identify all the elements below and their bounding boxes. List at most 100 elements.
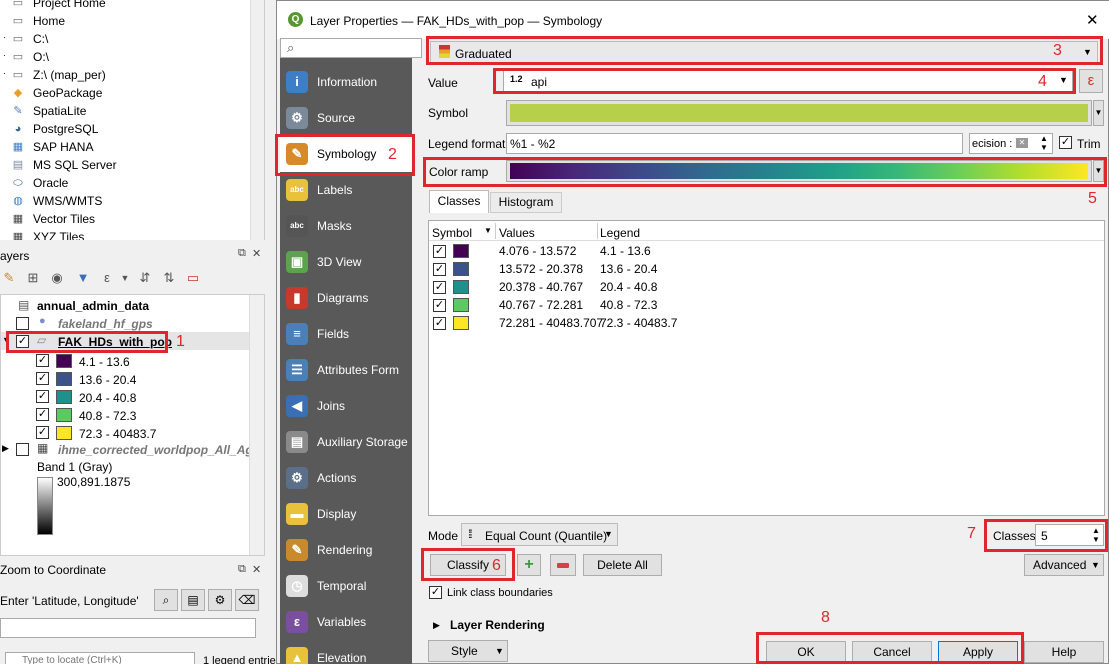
class-legend[interactable]: 13.6 - 20.4 (600, 262, 657, 276)
column-header-symbol[interactable]: Symbol (432, 226, 472, 240)
delete-all-button[interactable]: Delete All (583, 554, 662, 576)
tab-classes[interactable]: Classes (429, 190, 489, 213)
layer-rendering-label[interactable]: Layer Rendering (450, 618, 545, 632)
cancel-button[interactable]: Cancel (852, 641, 932, 663)
class-values[interactable]: 20.378 - 40.767 (499, 280, 583, 294)
float-panel-icon[interactable]: ⧉ (238, 247, 246, 260)
expand-dot-icon[interactable]: · (3, 50, 6, 60)
legend-item[interactable]: ✓ 20.4 - 40.8 (1, 388, 261, 406)
sidebar-item-information[interactable]: i Information (280, 64, 412, 100)
float-panel-icon[interactable]: ⧉ (238, 563, 246, 576)
locate-search-input[interactable] (5, 652, 195, 664)
legend-checkbox[interactable]: ✓ (36, 390, 49, 403)
spin-arrows-icon[interactable]: ▲ ▼ (1092, 526, 1100, 544)
class-visibility-checkbox[interactable]: ✓ (433, 317, 446, 330)
legend-item[interactable]: ✓ 72.3 - 40483.7 (1, 424, 261, 442)
mode-combo[interactable]: ⁞⁞ Equal Count (Quantile) ▼ (461, 523, 618, 546)
layer-visibility-checkbox[interactable] (16, 317, 29, 330)
column-header-legend[interactable]: Legend (600, 226, 640, 240)
legend-checkbox[interactable]: ✓ (36, 354, 49, 367)
remove-layer-icon[interactable]: ▭ (184, 269, 202, 287)
trim-checkbox[interactable]: ✓ (1059, 136, 1072, 149)
class-color-swatch[interactable] (453, 262, 469, 276)
class-legend[interactable]: 72.3 - 40483.7 (600, 316, 677, 330)
layer-visibility-checkbox[interactable] (16, 443, 29, 456)
expand-all-icon[interactable]: ⇵ (136, 269, 154, 287)
legend-checkbox[interactable]: ✓ (36, 372, 49, 385)
dropdown-arrow-icon[interactable]: ▼ (116, 269, 134, 287)
sidebar-item-attributes-form[interactable]: ☰ Attributes Form (280, 352, 412, 388)
layer-visibility-checkbox[interactable]: ✓ (16, 335, 29, 348)
class-legend[interactable]: 40.8 - 72.3 (600, 298, 657, 312)
class-visibility-checkbox[interactable]: ✓ (433, 281, 446, 294)
layer-name-ihme[interactable]: ihme_corrected_worldpop_All_Age (58, 443, 259, 457)
legend-format-input[interactable] (506, 133, 963, 154)
layers-scrollbar[interactable] (249, 295, 264, 555)
spin-arrows-icon[interactable]: ▲ ▼ (1040, 134, 1048, 152)
sidebar-item-display[interactable]: ▬ Display (280, 496, 412, 532)
style-manager-icon[interactable]: ✎ (0, 269, 18, 287)
table-row[interactable]: ✓ 13.572 - 20.378 13.6 - 20.4 (429, 260, 1104, 278)
class-values[interactable]: 40.767 - 72.281 (499, 298, 583, 312)
legend-checkbox[interactable]: ✓ (36, 426, 49, 439)
precision-spinbox[interactable]: ecision : ✕ ▲ ▼ (969, 133, 1053, 154)
table-row[interactable]: ✓ 40.767 - 72.281 40.8 - 72.3 (429, 296, 1104, 314)
filter-legend-icon[interactable]: ▼ (74, 269, 92, 287)
browser-scrollbar[interactable] (250, 0, 264, 240)
add-class-button[interactable]: + (517, 554, 541, 576)
tab-histogram[interactable]: Histogram (490, 192, 562, 213)
class-legend[interactable]: 20.4 - 40.8 (600, 280, 657, 294)
sidebar-item-fields[interactable]: ≡ Fields (280, 316, 412, 352)
sidebar-item-elevation[interactable]: ▲ Elevation (280, 640, 412, 664)
sidebar-item-labels[interactable]: abc Labels (280, 172, 412, 208)
table-row[interactable]: ✓ 20.378 - 40.767 20.4 - 40.8 (429, 278, 1104, 296)
sidebar-item-rendering[interactable]: ✎ Rendering (280, 532, 412, 568)
expand-arrow-icon[interactable]: ▶ (433, 620, 440, 631)
color-ramp-button[interactable] (506, 160, 1092, 182)
collapse-arrow-icon[interactable]: ▼ (2, 335, 11, 345)
sidebar-item-source[interactable]: ⚙ Source (280, 100, 412, 136)
layer-name-fak-hds[interactable]: FAK_HDs_with_pop (58, 335, 172, 349)
color-ramp-dropdown[interactable]: ▼ (1093, 160, 1104, 182)
sidebar-item-3d-view[interactable]: ▣ 3D View (280, 244, 412, 280)
symbol-dropdown[interactable]: ▼ (1093, 100, 1104, 126)
close-dialog-icon[interactable]: ✕ (1086, 11, 1099, 29)
apply-button[interactable]: Apply (938, 641, 1018, 663)
advanced-button[interactable]: Advanced ▼ (1024, 554, 1104, 576)
class-visibility-checkbox[interactable]: ✓ (433, 299, 446, 312)
style-menu-button[interactable]: Style ▼ (428, 640, 508, 662)
sidebar-item-variables[interactable]: ε Variables (280, 604, 412, 640)
class-color-swatch[interactable] (453, 316, 469, 330)
remove-class-button[interactable] (550, 554, 576, 576)
legend-item[interactable]: ✓ 13.6 - 20.4 (1, 370, 261, 388)
symbol-button[interactable] (506, 100, 1092, 126)
clear-icon[interactable]: ⌫ (235, 589, 259, 611)
link-boundaries-checkbox[interactable]: ✓ (429, 586, 442, 599)
value-field-combo[interactable]: 1.2 api ▼ (503, 70, 1073, 92)
clear-field-icon[interactable]: ✕ (1016, 138, 1028, 148)
classes-spinbox[interactable]: 5 ▲ ▼ (1035, 524, 1104, 546)
zoom-to-icon[interactable]: ⌕ (154, 589, 178, 611)
sidebar-item-masks[interactable]: abc Masks (280, 208, 412, 244)
layer-name-fakeland[interactable]: fakeland_hf_gps (58, 317, 153, 331)
sidebar-item-auxiliary-storage[interactable]: ▤ Auxiliary Storage (280, 424, 412, 460)
table-row[interactable]: ✓ 4.076 - 13.572 4.1 - 13.6 (429, 242, 1104, 260)
expand-dot-icon[interactable]: · (3, 68, 6, 78)
clipboard-icon[interactable]: ▤ (181, 589, 205, 611)
sidebar-item-actions[interactable]: ⚙ Actions (280, 460, 412, 496)
add-group-icon[interactable]: ⊞ (24, 269, 42, 287)
expand-dot-icon[interactable]: · (3, 32, 6, 42)
collapse-all-icon[interactable]: ⇅ (160, 269, 178, 287)
help-button[interactable]: Help (1024, 641, 1104, 663)
class-color-swatch[interactable] (453, 280, 469, 294)
class-color-swatch[interactable] (453, 298, 469, 312)
sidebar-item-temporal[interactable]: ◷ Temporal (280, 568, 412, 604)
sidebar-item-joins[interactable]: ◀ Joins (280, 388, 412, 424)
table-row[interactable]: ✓ 72.281 - 40483.707 72.3 - 40483.7 (429, 314, 1104, 332)
class-values[interactable]: 4.076 - 13.572 (499, 244, 576, 258)
class-visibility-checkbox[interactable]: ✓ (433, 245, 446, 258)
expression-button[interactable]: ε (1079, 69, 1103, 93)
legend-item[interactable]: ✓ 40.8 - 72.3 (1, 406, 261, 424)
expression-filter-icon[interactable]: ε (98, 269, 116, 287)
visibility-icon[interactable]: ◉ (48, 269, 66, 287)
